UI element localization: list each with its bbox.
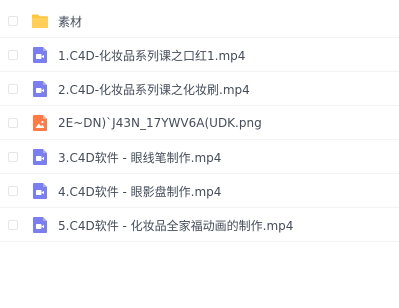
file-row-video[interactable]: 2.C4D-化妆品系列课之化妆刷.mp4 [0, 72, 399, 106]
file-name[interactable]: 4.C4D软件 - 眼影盘制作.mp4 [58, 183, 221, 200]
video-file-icon [33, 47, 47, 63]
video-file-icon [33, 183, 47, 199]
video-file-icon [33, 149, 47, 165]
file-name[interactable]: 2.C4D-化妆品系列课之化妆刷.mp4 [58, 81, 250, 98]
folder-icon [32, 14, 48, 28]
video-file-icon [33, 217, 47, 233]
file-list: 素材 1.C4D-化妆品系列课之口红1.mp4 2.C4D-化妆品系列课之化妆刷… [0, 0, 399, 308]
file-row-folder[interactable]: 素材 [0, 4, 399, 38]
file-row-video[interactable]: 5.C4D软件 - 化妆品全家福动画的制作.mp4 [0, 208, 399, 242]
row-checkbox[interactable] [8, 16, 18, 26]
file-row-video[interactable]: 4.C4D软件 - 眼影盘制作.mp4 [0, 174, 399, 208]
row-checkbox[interactable] [8, 186, 18, 196]
row-checkbox[interactable] [8, 50, 18, 60]
row-checkbox[interactable] [8, 84, 18, 94]
file-name[interactable]: 素材 [58, 13, 82, 30]
row-checkbox[interactable] [8, 118, 18, 128]
row-checkbox[interactable] [8, 152, 18, 162]
file-row-image[interactable]: 2E~DN)`J43N_17YWV6A(UDK.png [0, 106, 399, 140]
file-name[interactable]: 3.C4D软件 - 眼线笔制作.mp4 [58, 149, 221, 166]
file-row-video[interactable]: 3.C4D软件 - 眼线笔制作.mp4 [0, 140, 399, 174]
image-file-icon [33, 115, 47, 131]
file-name[interactable]: 2E~DN)`J43N_17YWV6A(UDK.png [58, 116, 262, 130]
file-name[interactable]: 5.C4D软件 - 化妆品全家福动画的制作.mp4 [58, 217, 293, 234]
file-name[interactable]: 1.C4D-化妆品系列课之口红1.mp4 [58, 47, 245, 64]
file-row-video[interactable]: 1.C4D-化妆品系列课之口红1.mp4 [0, 38, 399, 72]
row-checkbox[interactable] [8, 220, 18, 230]
video-file-icon [33, 81, 47, 97]
